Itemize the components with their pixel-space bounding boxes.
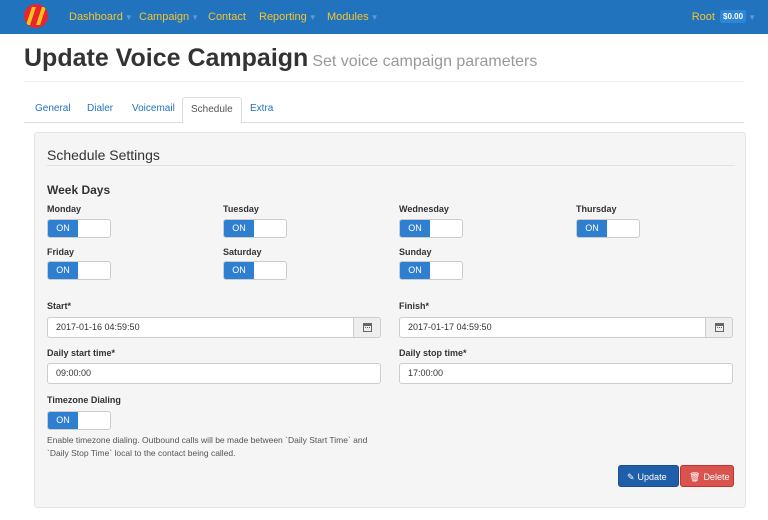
tuesday-toggle[interactable]: ON xyxy=(223,219,287,238)
chevron-down-icon: ▼ xyxy=(370,13,379,22)
tab-voicemail[interactable]: Voicemail xyxy=(124,97,183,123)
finish-value: 2017-01-17 04:59:50 xyxy=(408,322,492,332)
chevron-down-icon: ▼ xyxy=(748,13,756,22)
saturday-toggle[interactable]: ON xyxy=(223,261,287,280)
calendar-icon xyxy=(715,323,724,332)
nav-contact-label: Contact xyxy=(208,11,246,23)
user-name: Root xyxy=(691,11,715,23)
page-title: Update Voice Campaign xyxy=(24,44,309,72)
nav-reporting-label: Reporting xyxy=(259,11,307,23)
wednesday-label: Wednesday xyxy=(399,204,449,214)
friday-toggle[interactable]: ON xyxy=(47,261,111,280)
logo-icon[interactable] xyxy=(24,4,48,28)
nav-campaign[interactable]: Campaign ▼ xyxy=(139,0,199,34)
saturday-label: Saturday xyxy=(223,247,262,257)
monday-label: Monday xyxy=(47,204,82,214)
nav-reporting[interactable]: Reporting ▼ xyxy=(259,0,317,34)
toggle-state: ON xyxy=(48,262,78,279)
delete-label: Delete xyxy=(703,472,730,482)
daily-stop-label: Daily stop time* xyxy=(399,348,467,358)
panel-divider xyxy=(47,165,735,166)
tab-general[interactable]: General xyxy=(27,97,79,123)
nav-contact[interactable]: Contact xyxy=(208,0,246,34)
chevron-down-icon: ▼ xyxy=(124,13,133,22)
finish-datetime-input[interactable]: 2017-01-17 04:59:50 xyxy=(399,317,733,338)
toggle-state: ON xyxy=(400,262,430,279)
monday-toggle[interactable]: ON xyxy=(47,219,111,238)
start-datetime-input[interactable]: 2017-01-16 04:59:50 xyxy=(47,317,381,338)
finish-label: Finish* xyxy=(399,301,430,311)
calendar-icon xyxy=(363,323,372,332)
thursday-label: Thursday xyxy=(576,204,617,214)
timezone-help-text: Enable timezone dialing. Outbound calls … xyxy=(47,435,368,458)
tab-dialer[interactable]: Dialer xyxy=(79,97,121,123)
wednesday-toggle[interactable]: ON xyxy=(399,219,463,238)
panel-title: Schedule Settings xyxy=(47,147,160,163)
start-calendar-button[interactable] xyxy=(353,318,380,337)
nav-campaign-label: Campaign xyxy=(139,11,190,23)
sunday-label: Sunday xyxy=(399,247,432,257)
chevron-down-icon: ▼ xyxy=(308,13,317,22)
toggle-state: ON xyxy=(224,262,254,279)
update-button[interactable]: ✎ Update xyxy=(618,465,679,487)
sunday-toggle[interactable]: ON xyxy=(399,261,463,280)
balance-badge: $0.00 xyxy=(720,10,747,23)
daily-start-label: Daily start time* xyxy=(47,348,116,358)
toggle-state: ON xyxy=(48,412,78,429)
start-value: 2017-01-16 04:59:50 xyxy=(56,322,140,332)
daily-start-input[interactable]: 09:00:00 xyxy=(47,363,381,384)
tab-schedule[interactable]: Schedule xyxy=(182,97,242,124)
tab-bar: General Dialer Voicemail Schedule Extra xyxy=(24,97,744,124)
chevron-down-icon: ▼ xyxy=(191,13,200,22)
start-label: Start* xyxy=(47,301,72,311)
tab-extra[interactable]: Extra xyxy=(242,97,281,123)
trash-icon: 🗑 xyxy=(689,472,701,482)
week-days-title: Week Days xyxy=(47,183,111,197)
edit-icon: ✎ xyxy=(627,472,635,482)
friday-label: Friday xyxy=(47,247,75,257)
toggle-state: ON xyxy=(577,220,607,237)
nav-modules-label: Modules xyxy=(327,11,369,23)
timezone-label: Timezone Dialing xyxy=(47,395,121,405)
thursday-toggle[interactable]: ON xyxy=(576,219,640,238)
finish-calendar-button[interactable] xyxy=(705,318,732,337)
page-subtitle: Set voice campaign parameters xyxy=(312,53,538,70)
nav-modules[interactable]: Modules ▼ xyxy=(327,0,379,34)
page-header: Update Voice Campaign Set voice campaign … xyxy=(24,44,744,82)
nav-dashboard[interactable]: Dashboard ▼ xyxy=(69,0,133,34)
toggle-state: ON xyxy=(400,220,430,237)
user-menu[interactable]: Root $0.00 ▼ xyxy=(692,0,756,34)
top-navbar: Dashboard ▼ Campaign ▼ Contact Reporting ▼ … xyxy=(0,0,768,34)
toggle-state: ON xyxy=(48,220,78,237)
nav-dashboard-label: Dashboard xyxy=(69,11,123,23)
tuesday-label: Tuesday xyxy=(223,204,259,214)
timezone-toggle[interactable]: ON xyxy=(47,411,111,430)
schedule-panel: Schedule Settings Week Days Monday ON Tu… xyxy=(34,132,746,508)
delete-button[interactable]: 🗑 Delete xyxy=(680,465,734,487)
daily-stop-input[interactable]: 17:00:00 xyxy=(399,363,733,384)
update-label: Update xyxy=(637,472,667,482)
toggle-state: ON xyxy=(224,220,254,237)
